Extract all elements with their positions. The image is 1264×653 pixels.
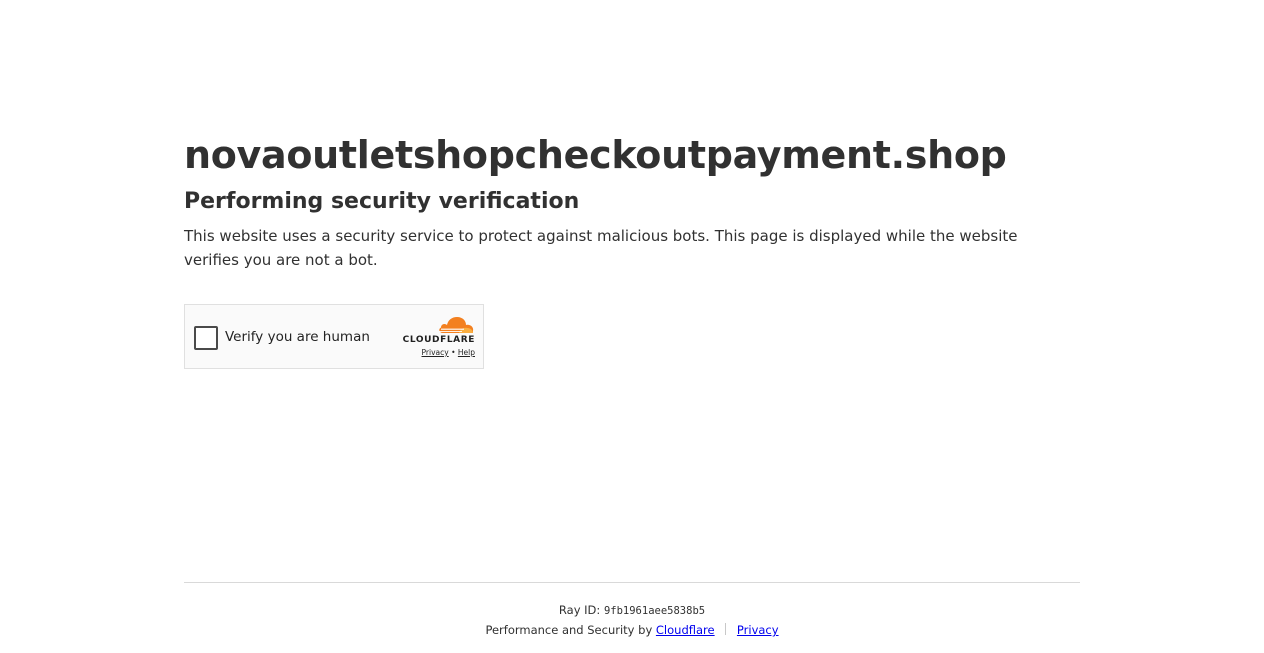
cloudflare-wordmark: CLOUDFLARE [402,335,475,345]
cloudflare-brand: CLOUDFLARE Privacy • Help [395,315,475,359]
ray-id-label: Ray ID: [558,603,601,617]
link-separator: • [451,348,456,357]
page-subtitle: Performing security verification [184,189,580,214]
turnstile-widget: Verify you are human CLOUDFLARE Privacy … [184,304,484,369]
verify-checkbox[interactable] [194,326,218,350]
cloudflare-link[interactable]: Cloudflare [656,623,715,637]
ray-id-value: 9fb1961aee5838b5 [603,605,706,617]
footer-privacy-link[interactable]: Privacy [737,623,779,637]
site-name-heading: novaoutletshopcheckoutpayment.shop [184,133,1007,177]
footer-divider [725,623,727,635]
main-content: novaoutletshopcheckoutpayment.shop Perfo… [184,132,1080,369]
performance-text: Performance and Security by [485,623,653,637]
verify-label[interactable]: Verify you are human [225,328,370,346]
cloudflare-cloud-icon [439,317,474,333]
widget-links: Privacy • Help [422,348,475,357]
widget-help-link[interactable]: Help [458,348,475,357]
challenge-page: novaoutletshopcheckoutpayment.shop Perfo… [0,0,1264,653]
widget-privacy-link[interactable]: Privacy [422,348,449,357]
footer: Ray ID: 9fb1961aee5838b5 Performance and… [184,582,1080,638]
performance-line: Performance and Security by Cloudflare P… [184,622,1080,638]
page-description: This website uses a security service to … [184,227,1018,269]
ray-id-line: Ray ID: 9fb1961aee5838b5 [184,602,1080,619]
